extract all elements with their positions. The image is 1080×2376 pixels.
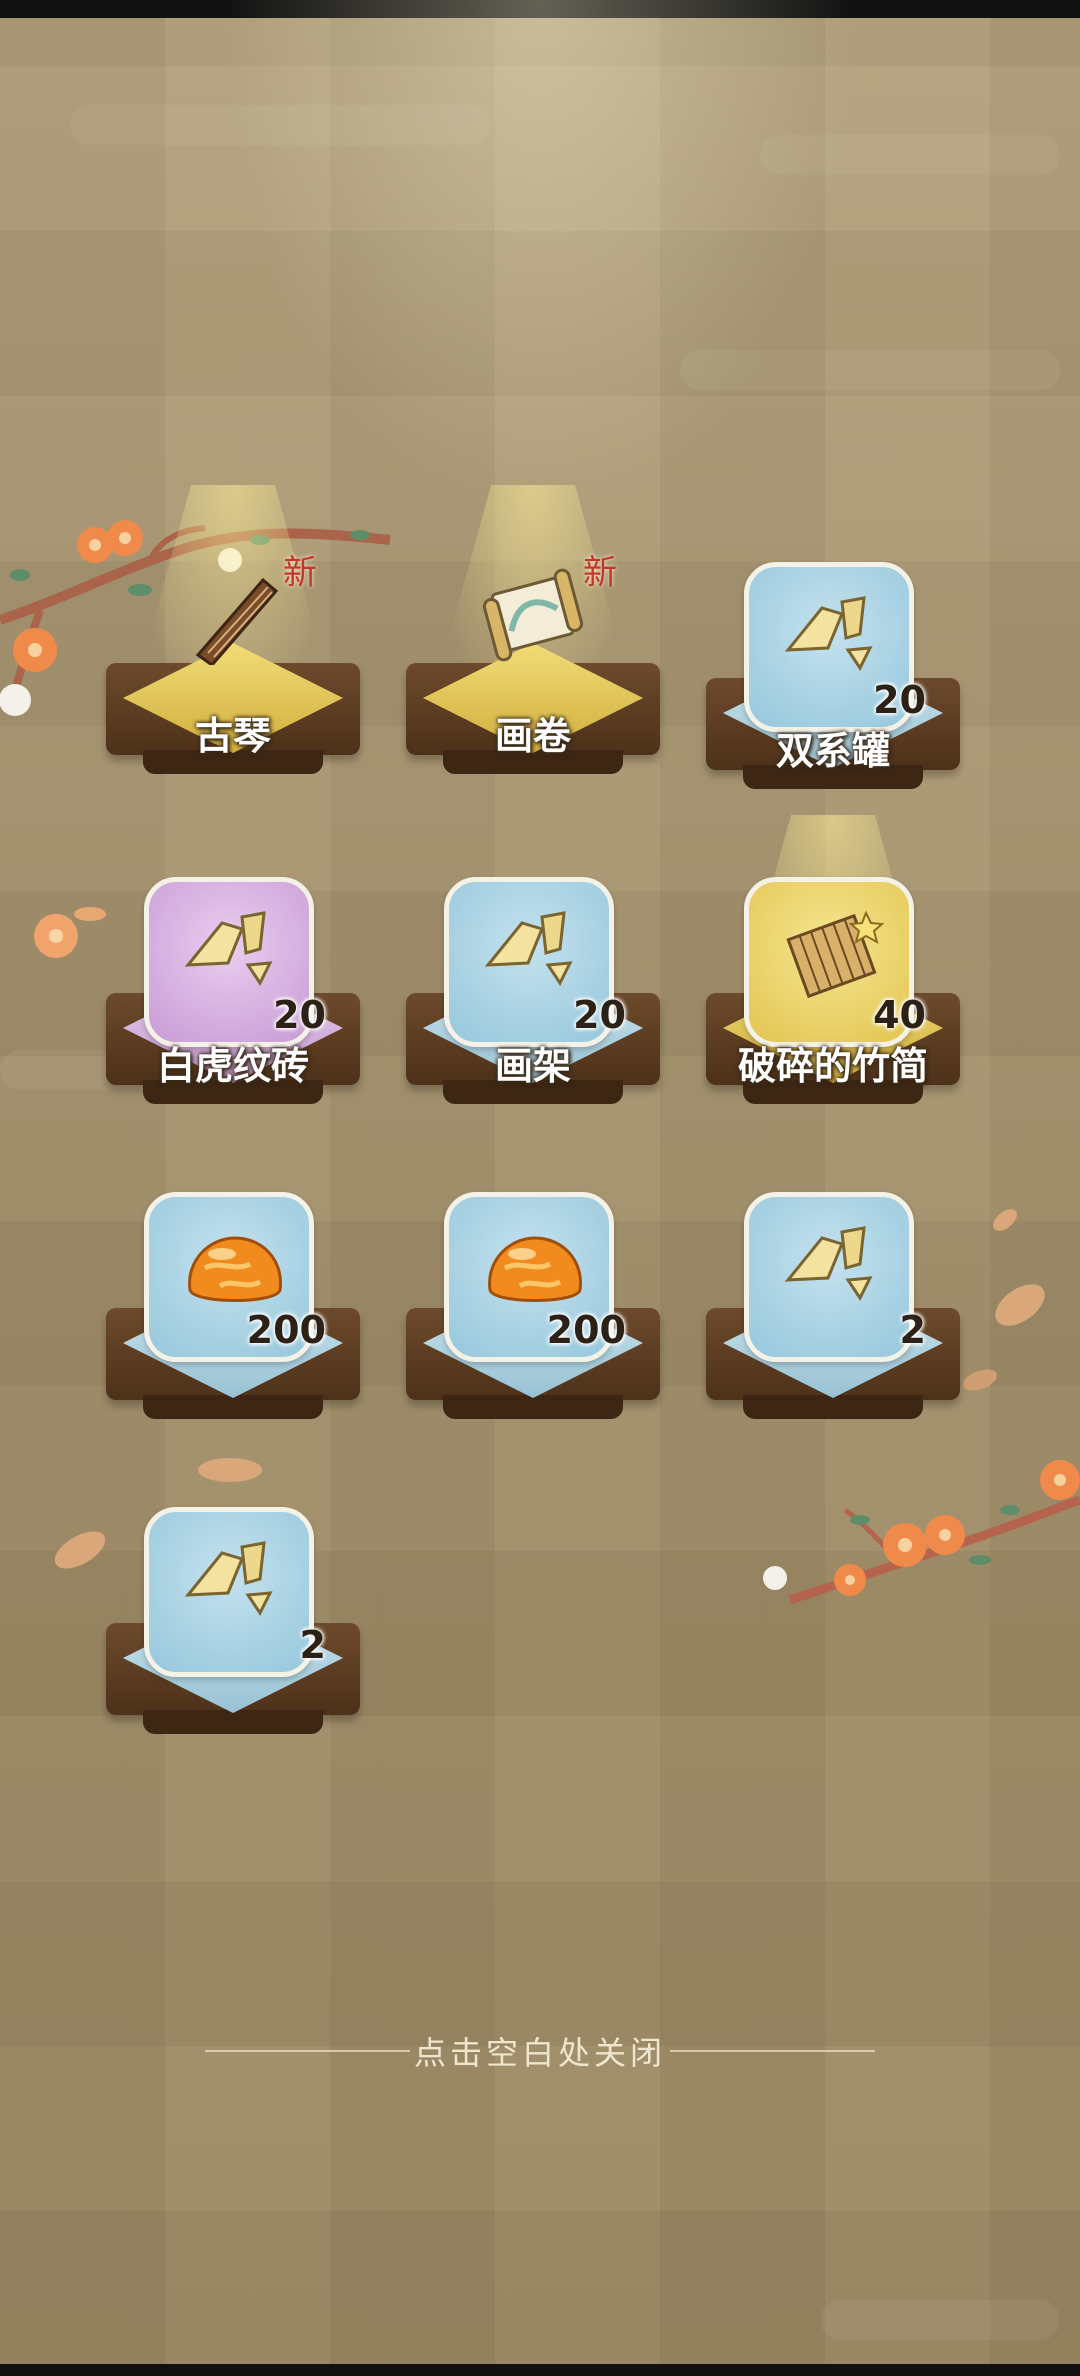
reward-item[interactable]: 20 双系罐 [698,560,968,810]
amber-stone-icon [180,1220,290,1320]
item-count: 2 [899,1308,926,1352]
reward-item[interactable]: 20 画架 [398,875,668,1125]
item-count: 20 [573,993,626,1037]
item-name: 画卷 [494,714,571,758]
bamboo-slip-icon [786,910,885,999]
fragment-icon [786,596,872,670]
light-glow [220,0,860,520]
item-count: 20 [873,678,926,722]
petal-decoration [34,907,106,958]
amber-stone-icon [480,1220,590,1320]
cloud-decoration [70,105,490,145]
guqin-icon [195,577,279,665]
reward-item[interactable]: 200 [98,1190,368,1440]
navigation-bar [0,2364,1080,2376]
new-badge: 新 [283,553,317,593]
item-stand-foot [743,1395,923,1419]
close-hint[interactable]: 点击空白处关闭 [0,2028,1080,2074]
hint-divider-right [670,2050,875,2052]
item-name: 双系罐 [775,729,890,773]
fragment-icon [786,1226,872,1300]
cloud-decoration [680,350,1060,390]
item-count: 200 [246,1308,326,1352]
reward-item[interactable]: 2 [698,1190,968,1440]
cloud-decoration [820,2300,1060,2340]
reward-item[interactable]: 40 破碎的竹简 [698,815,968,1125]
reward-item[interactable]: 新 画卷 [398,485,668,795]
item-name: 白虎纹砖 [156,1044,309,1088]
fragment-icon [486,911,572,985]
petal-decoration [198,1458,262,1482]
fragment-icon [186,911,272,985]
item-count: 40 [873,993,926,1037]
cloud-decoration [760,135,1060,175]
reward-item[interactable]: 20 白虎纹砖 [98,875,368,1125]
item-count: 20 [273,993,326,1037]
item-count: 200 [546,1308,626,1352]
new-badge: 新 [583,553,617,593]
item-stand-foot [443,1395,623,1419]
item-count: 2 [299,1623,326,1667]
scroll-painting-icon [482,568,584,662]
item-stand-foot [143,1395,323,1419]
petal-decoration [993,1209,1017,1231]
item-name: 破碎的竹简 [737,1044,928,1088]
reward-item[interactable]: 2 [98,1505,368,1755]
item-stand-foot [143,1710,323,1734]
reward-item[interactable]: 新 古琴 [98,485,368,795]
item-name: 画架 [494,1044,571,1088]
item-name: 古琴 [194,714,271,758]
fragment-icon [186,1541,272,1615]
reward-item[interactable]: 200 [398,1190,668,1440]
petal-decoration [995,1284,1045,1326]
plum-branch-right-decoration [763,1460,1080,1605]
